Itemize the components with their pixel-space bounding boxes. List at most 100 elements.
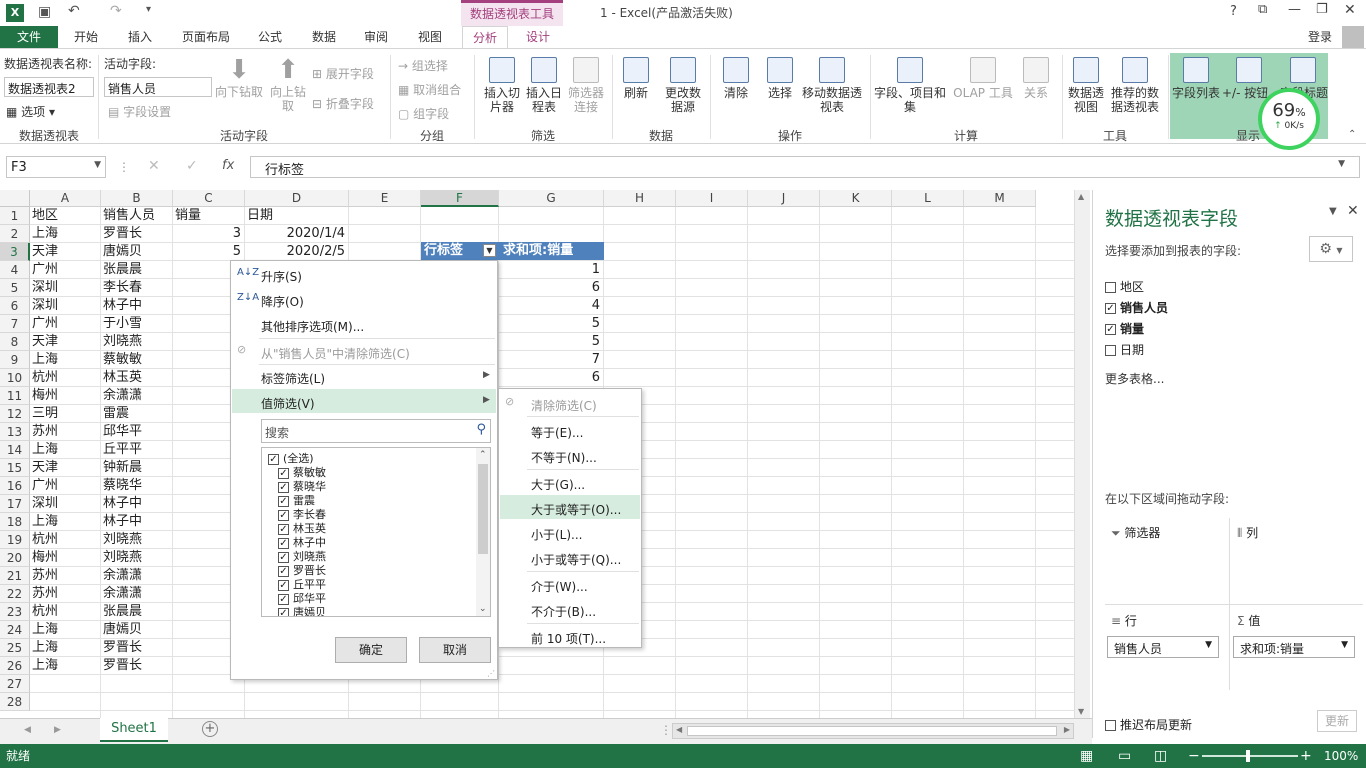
column-header-h[interactable]: H [604,190,676,207]
ribbon-display-icon[interactable]: ⧉ [1258,2,1267,17]
checkbox[interactable]: ✓ [1105,324,1116,335]
cell[interactable]: 余潇潇 [101,585,173,603]
filter-connections-button[interactable]: 筛选器连接 [566,57,606,114]
cell[interactable]: 3 [173,225,245,243]
plus-minus-button[interactable]: +/- 按钮 [1222,57,1276,100]
value-filter-item[interactable]: 值筛选(V) [261,395,315,412]
submenu-between[interactable]: 介于(W)... [531,578,588,595]
value-field-pill[interactable]: 求和项:销量 ▼ [1233,636,1355,658]
cell[interactable]: 苏州 [30,423,101,441]
row-header[interactable]: 21 [0,567,30,585]
column-header-c[interactable]: C [173,190,245,207]
row-header[interactable]: 9 [0,351,30,369]
cell[interactable]: 唐嫣贝 [101,621,173,639]
cell[interactable]: 李长春 [101,279,173,297]
cell[interactable]: 广州 [30,315,101,333]
net-speed-meter[interactable]: 69% ↑ 0K/s [1258,88,1320,150]
tab-analyze[interactable]: 分析 [462,26,508,49]
cell[interactable]: 天津 [30,459,101,477]
checkbox[interactable]: ✓ [278,565,289,577]
checkbox[interactable]: ✓ [278,607,289,616]
fields-items-sets-button[interactable]: 字段、项目和集 [872,57,948,114]
cell[interactable]: 5 [173,243,245,261]
row-header[interactable]: 20 [0,549,30,567]
cell[interactable]: 唐嫣贝 [101,243,173,261]
cell[interactable]: 罗晋长 [101,639,173,657]
zoom-level[interactable]: 100% [1324,744,1358,768]
scroll-up-icon[interactable]: ⌃ [479,450,487,460]
submenu-not-equals[interactable]: 不等于(N)... [531,449,597,466]
collapse-ribbon-icon[interactable]: ⌃ [1348,129,1356,140]
next-sheet-icon[interactable]: ▶ [54,725,61,735]
select-button[interactable]: 选择 [760,57,800,100]
clear-filter-item[interactable]: 从"销售人员"中清除筛选(C) [261,345,410,362]
column-header-j[interactable]: J [748,190,820,207]
enter-icon[interactable]: ✓ [186,158,198,174]
column-header-e[interactable]: E [349,190,421,207]
cell[interactable]: 日期 [245,207,349,225]
zoom-in-icon[interactable]: + [1300,744,1312,768]
cancel-icon[interactable]: ✕ [148,158,160,174]
qat-customize-icon[interactable]: ▾ [146,4,151,15]
cell[interactable]: 广州 [30,261,101,279]
chevron-down-icon[interactable]: ▼ [94,160,101,170]
cell[interactable]: 上海 [30,351,101,369]
tab-design[interactable]: 设计 [516,26,560,48]
column-header-k[interactable]: K [820,190,892,207]
filter-dropdown-icon[interactable]: ▼ [483,244,496,257]
pivot-value-cell[interactable]: 6 [499,369,604,387]
formula-input[interactable]: 行标签 ▼ [250,156,1360,178]
row-header[interactable]: 27 [0,675,30,693]
column-header-m[interactable]: M [964,190,1036,207]
field-list-button[interactable]: 字段列表 [1170,57,1222,100]
row-header[interactable]: 26 [0,657,30,675]
checkbox[interactable]: ✓ [278,495,289,507]
checkbox[interactable]: ✓ [1105,303,1116,314]
cell[interactable]: 蔡敏敏 [101,351,173,369]
cell[interactable]: 苏州 [30,567,101,585]
more-sort-item[interactable]: 其他排序选项(M)... [261,318,364,335]
scroll-left-icon[interactable]: ◀ [676,725,682,734]
cell[interactable]: 邱华平 [101,423,173,441]
page-break-view-icon[interactable]: ◫ [1154,744,1167,768]
cell[interactable]: 蔡晓华 [101,477,173,495]
cell[interactable]: 深圳 [30,495,101,513]
sign-in-link[interactable]: 登录 [1298,26,1342,48]
cell[interactable]: 余潇潇 [101,387,173,405]
redo-icon[interactable]: ↷ [110,3,122,19]
checkbox[interactable] [1105,720,1116,731]
row-header[interactable]: 6 [0,297,30,315]
scroll-down-icon[interactable]: ⌄ [479,604,487,614]
options-button[interactable]: ▦ 选项 ▾ [6,103,55,120]
olap-tools-button[interactable]: OLAP 工具 [950,57,1016,100]
change-source-button[interactable]: 更改数据源 [660,57,706,114]
submenu-not-between[interactable]: 不介于(B)... [531,603,596,620]
submenu-less[interactable]: 小于(L)... [531,526,583,543]
refresh-button[interactable]: 刷新 [616,57,656,100]
pivot-chart-button[interactable]: 数据透视图 [1064,57,1108,114]
restore-icon[interactable]: ❐ [1316,2,1328,17]
field-checkbox-item[interactable]: 日期 [1105,341,1144,358]
checkbox[interactable]: ✓ [278,579,289,591]
cell[interactable]: 上海 [30,225,101,243]
help-icon[interactable]: ? [1230,4,1237,19]
row-header[interactable]: 22 [0,585,30,603]
normal-view-icon[interactable]: ▦ [1080,744,1093,768]
pane-close-icon[interactable]: ✕ [1347,203,1359,219]
tab-view[interactable]: 视图 [408,26,452,48]
row-header[interactable]: 7 [0,315,30,333]
pivot-value-cell[interactable]: 7 [499,351,604,369]
cell[interactable]: 林子中 [101,513,173,531]
checkbox[interactable]: ✓ [278,523,289,535]
row-header[interactable]: 12 [0,405,30,423]
scroll-right-icon[interactable]: ▶ [1064,725,1070,734]
field-checkbox-item[interactable]: ✓ 销量 [1105,320,1144,337]
row-header[interactable]: 24 [0,621,30,639]
sheet-tab-sheet1[interactable]: Sheet1 [100,718,168,742]
scroll-thumb[interactable] [687,726,1057,736]
cell[interactable]: 张晨晨 [101,603,173,621]
cell[interactable]: 雷震 [101,405,173,423]
row-header[interactable]: 1 [0,207,30,225]
row-header[interactable]: 16 [0,477,30,495]
group-selection-button[interactable]: → 组选择 [398,57,448,74]
